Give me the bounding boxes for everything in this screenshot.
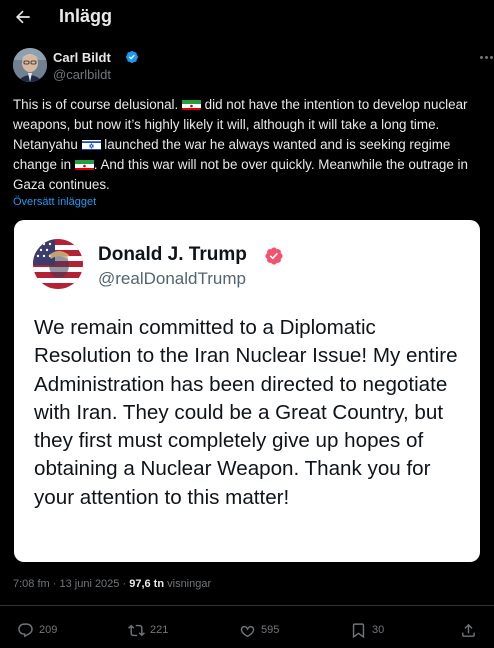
israel-flag-icon [81,138,101,150]
author-name[interactable]: Carl Bildt [53,50,111,65]
bookmark-icon [352,622,365,638]
bookmark-button[interactable]: 30 [350,620,384,640]
iran-flag-icon [74,158,94,170]
verified-badge-icon [265,247,283,265]
heart-icon [240,625,255,637]
author-avatar[interactable] [13,48,47,82]
like-count: 595 [261,624,280,636]
back-button[interactable] [13,7,33,27]
quote-author-handle: @realDonaldTrump [98,269,246,288]
iran-flag-icon [181,98,201,110]
repost-button[interactable]: 221 [128,620,168,640]
repost-icon [128,624,145,636]
quoted-post-image[interactable]: Donald J. Trump @realDonaldTrump We rema… [14,220,480,562]
tweet-text: This is of course delusional. did not ha… [13,97,468,192]
share-button[interactable] [460,620,477,640]
verified-badge-icon [126,51,138,63]
views-count: 97,6 tn [129,578,165,590]
tweet-author: Carl Bildt @carlbildt [13,48,494,88]
more-dots-icon [479,55,483,59]
views-label: visningar [167,578,212,590]
page-title: Inlägg [59,6,112,26]
like-button[interactable]: 595 [239,620,279,640]
flag-portrait-image [33,239,83,289]
divider [0,605,494,606]
bookmark-count: 30 [372,624,385,636]
translate-post-link[interactable]: Översätt inlägget [13,196,96,208]
share-icon [462,623,475,637]
post-meta: 7:08 fm · 13 juni 2025 · 97,6 tn visning… [13,578,212,590]
reply-icon [18,622,33,637]
post-date[interactable]: 13 juni 2025 [59,578,119,590]
more-options-button[interactable] [475,48,494,66]
arrow-left-icon [15,10,30,24]
quote-author-name: Donald J. Trump [98,244,247,265]
avatar-image [13,48,47,82]
post-time[interactable]: 7:08 fm [13,578,50,590]
repost-count: 221 [150,624,169,636]
reply-count: 209 [39,624,58,636]
author-handle[interactable]: @carlbildt [53,67,111,82]
quote-text: We remain committed to a Diplomatic Reso… [34,316,458,509]
top-bar: Inlägg [0,0,494,36]
quote-avatar [33,239,83,289]
reply-button[interactable]: 209 [17,620,57,640]
